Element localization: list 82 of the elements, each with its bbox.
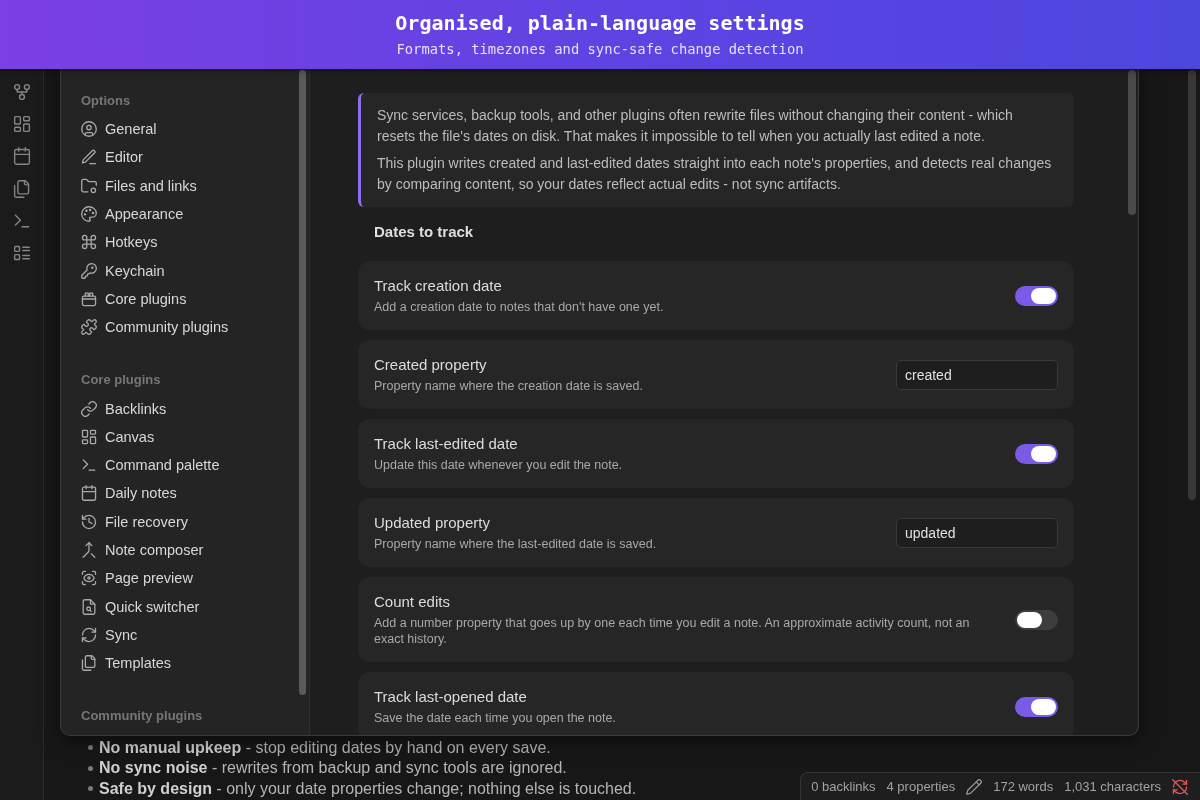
- terminal-icon: [81, 457, 97, 474]
- setting-name: Count edits: [374, 592, 451, 612]
- file-search-icon: [81, 598, 97, 615]
- toggle-switch[interactable]: [1015, 696, 1058, 717]
- setting-name: Updated property: [374, 513, 491, 533]
- bullet-point-text: No sync noise - rewrites from backup and sync tools are ignored.: [99, 758, 567, 779]
- callout-paragraph: This plugin writes created and last-edited dates straight into each note's properties, and detects real changes by comparing content, so your dates reflect actual edits - not sync artifacts.: [377, 154, 1053, 194]
- bullet-icon: [88, 745, 93, 751]
- scrollbar-thumb[interactable]: [1128, 70, 1136, 215]
- box-icon: [81, 290, 97, 307]
- sidebar-item[interactable]: File recovery: [73, 507, 284, 536]
- backlinks-count[interactable]: 0 backlinks: [811, 779, 876, 794]
- character-count: 1,031 characters: [1064, 779, 1161, 794]
- word-count: 172 words: [993, 779, 1054, 794]
- scrollbar-thumb[interactable]: [299, 70, 306, 695]
- setting-name: Track last-edited date: [374, 434, 519, 454]
- text-field[interactable]: updated: [896, 517, 1058, 548]
- grid-icon[interactable]: [12, 115, 31, 134]
- setting-name: Track last-opened date: [374, 687, 528, 707]
- sidebar-item[interactable]: Core plugins: [73, 284, 284, 314]
- setting-description: Property name where the last-edited date is saved.: [374, 536, 658, 552]
- sidebar-item[interactable]: Community plugins: [73, 313, 284, 342]
- eye-icon: [81, 570, 97, 587]
- history-icon: [81, 513, 97, 530]
- list-icon[interactable]: [12, 244, 31, 263]
- command-key-icon: [81, 234, 97, 251]
- crossed-refresh-icon[interactable]: [1172, 778, 1188, 795]
- setting-description: Property name where the creation date is saved.: [374, 378, 644, 394]
- sidebar-item[interactable]: Daily notes: [73, 479, 284, 508]
- puzzle-icon: [81, 319, 97, 336]
- setting-description: Add a creation date to notes that don't have one yet.: [374, 299, 665, 315]
- toggle-switch[interactable]: [1015, 443, 1058, 464]
- setting-description: Add a number property that goes up by one each time you edit a note. An approximate activity count, not an exact history.: [374, 615, 971, 647]
- banner-subtitle: Formats, timezones and sync-safe change detection: [396, 41, 804, 58]
- text-field[interactable]: created: [896, 359, 1058, 390]
- pencil-icon[interactable]: [966, 778, 983, 795]
- sidebar-heading: Core plugins: [80, 371, 162, 390]
- sidebar-item[interactable]: Appearance: [73, 199, 284, 229]
- sidebar-item[interactable]: Sync: [73, 620, 284, 650]
- sidebar-heading: Community plugins: [80, 707, 204, 726]
- setting-name: Track creation date: [374, 276, 503, 296]
- palette-icon: [81, 206, 97, 223]
- key-icon: [81, 262, 97, 279]
- section-heading: Dates to track: [373, 222, 475, 242]
- toggle-switch[interactable]: [1015, 285, 1058, 306]
- sidebar-item[interactable]: Editor: [73, 143, 284, 172]
- sidebar-heading: Options: [80, 92, 132, 110]
- grid-icon: [81, 428, 97, 445]
- bullet-point-text: Safe by design - only your date properties change; nothing else is touched.: [99, 778, 637, 799]
- bullet-point-text: No manual upkeep - stop editing dates by hand on every save.: [99, 737, 551, 758]
- sidebar-item[interactable]: Page preview: [73, 564, 284, 593]
- copy-icon[interactable]: [12, 179, 31, 198]
- properties-count[interactable]: 4 properties: [886, 779, 956, 794]
- banner-title: Organised, plain-language settings: [395, 11, 805, 35]
- toggle-switch[interactable]: [1015, 609, 1058, 630]
- bullet-icon: [88, 765, 93, 771]
- scrollbar-thumb[interactable]: [1188, 70, 1196, 500]
- folder-icon: [81, 177, 97, 194]
- callout-paragraph: Sync services, backup tools, and other plugins often rewrite files without changing their content - which resets the file's dates on disk. That makes it impossible to tell when you actually last edited a note.: [377, 106, 1014, 146]
- sidebar-item[interactable]: Command palette: [73, 450, 284, 480]
- user-circle-icon: [81, 121, 97, 138]
- setting-name: Created property: [374, 355, 488, 375]
- sidebar-item[interactable]: Quick switcher: [73, 592, 284, 621]
- sidebar-item[interactable]: Templates: [73, 649, 284, 678]
- merge-arrow-icon: [81, 542, 97, 558]
- sidebar-item[interactable]: Note composer: [73, 535, 284, 565]
- sidebar-item[interactable]: Hotkeys: [73, 228, 284, 257]
- calendar-icon[interactable]: [12, 147, 31, 166]
- calendar-icon: [81, 485, 97, 502]
- copy-icon: [81, 655, 97, 672]
- refresh-icon: [81, 626, 97, 643]
- pen-icon: [81, 149, 97, 166]
- sidebar-item[interactable]: Files and links: [73, 171, 284, 200]
- sidebar-item[interactable]: Canvas: [73, 422, 284, 451]
- setting-description: Save the date each time you open the note.: [374, 710, 617, 726]
- sidebar-item[interactable]: General: [73, 115, 284, 144]
- sidebar-item[interactable]: Backlinks: [73, 394, 284, 423]
- fork-icon[interactable]: [12, 83, 31, 102]
- setting-description: Update this date whenever you edit the note.: [374, 457, 624, 473]
- link-icon: [81, 400, 97, 417]
- bullet-icon: [88, 786, 93, 792]
- sidebar-item[interactable]: Keychain: [73, 256, 284, 285]
